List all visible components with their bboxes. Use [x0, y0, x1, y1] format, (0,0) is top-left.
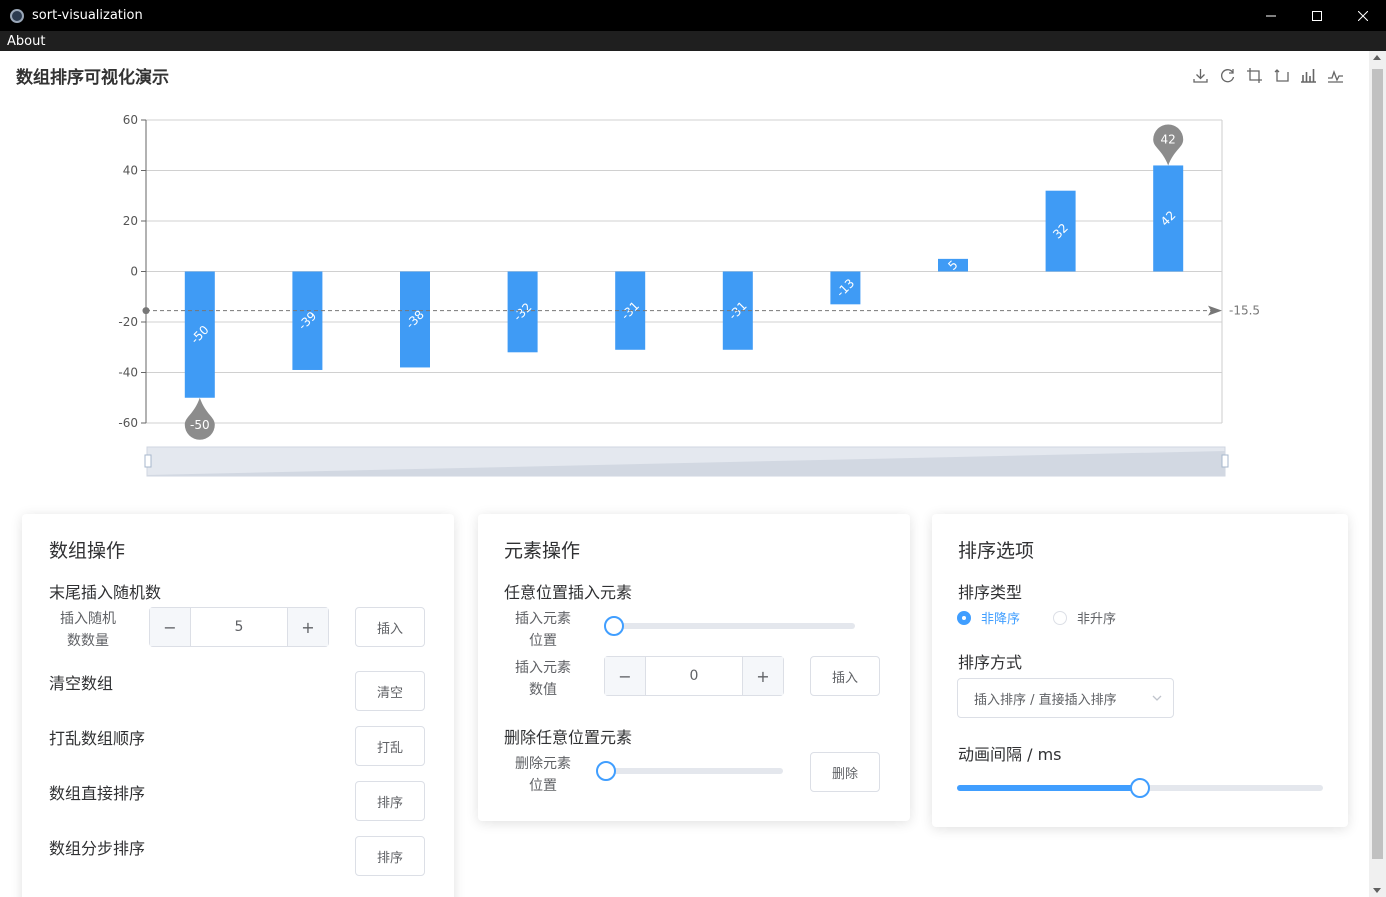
- sort-options-card: 排序选项 排序类型 非降序 非升序 排序方式 插入排序 / 直接插入排序 动画间…: [932, 514, 1348, 827]
- count-value[interactable]: 5: [191, 608, 287, 646]
- download-icon[interactable]: [1191, 66, 1210, 85]
- element-ops-card: 元素操作 任意位置插入元素 插入元素 位置 插入元素 数值 − 0 + 插入 删除任…: [478, 514, 910, 821]
- max-marker-label: 42: [1161, 132, 1176, 146]
- chevron-down-icon: [1151, 692, 1163, 704]
- zoom-reset-icon[interactable]: [1272, 66, 1291, 85]
- chart-toolbox: [1191, 66, 1345, 85]
- min-marker-label: -50: [190, 418, 210, 432]
- shuffle-button[interactable]: 打乱: [355, 726, 425, 766]
- insert-value-label: 插入元素 数值: [515, 660, 571, 698]
- sort-type-label: 排序类型: [958, 583, 1023, 602]
- decrease-button[interactable]: −: [605, 657, 646, 695]
- insert-value[interactable]: 0: [646, 657, 742, 695]
- delete-position-label: 删除元素 位置: [515, 756, 571, 794]
- scroll-thumb[interactable]: [1372, 69, 1383, 859]
- card-title: 数组操作: [49, 540, 126, 562]
- y-tick-label: 40: [123, 164, 138, 178]
- bar-chart-icon[interactable]: [1299, 66, 1318, 85]
- insert-position-label: 插入元素 位置: [515, 611, 571, 649]
- shuffle-label: 打乱数组顺序: [49, 729, 146, 748]
- slider-knob[interactable]: [1130, 778, 1150, 798]
- card-title: 排序选项: [958, 540, 1035, 562]
- datazoom-handle-right: [1221, 454, 1229, 468]
- y-tick-label: -20: [118, 315, 138, 329]
- radio-descending[interactable]: 非升序: [1053, 608, 1116, 627]
- delete-element-button[interactable]: 删除: [810, 752, 880, 792]
- card-title: 元素操作: [504, 540, 581, 562]
- sort-direct-button[interactable]: 排序: [355, 781, 425, 821]
- zoom-icon[interactable]: [1245, 66, 1264, 85]
- array-ops-card: 数组操作 末尾插入随机数 插入随机 数数量 − 5 + 插入 清空数组 清空 打乱…: [22, 514, 454, 897]
- sort-step-label: 数组分步排序: [49, 839, 146, 858]
- insert-any-label: 任意位置插入元素: [504, 583, 633, 602]
- radio-dot[interactable]: [957, 610, 971, 625]
- menu-bar: About: [0, 31, 1386, 51]
- slider-knob[interactable]: [604, 616, 624, 636]
- window-controls: [1248, 0, 1386, 31]
- radio-label: 非降序: [981, 612, 1021, 627]
- window-title: sort-visualization: [32, 8, 143, 23]
- y-tick-label: -40: [118, 366, 138, 380]
- app-icon: [10, 8, 24, 23]
- scroll-up-icon[interactable]: [1373, 55, 1381, 60]
- minimize-button[interactable]: [1248, 0, 1294, 31]
- count-stepper[interactable]: − 5 +: [149, 607, 329, 647]
- minimize-icon: [1266, 15, 1276, 16]
- slider-knob[interactable]: [596, 761, 616, 781]
- sort-direct-label: 数组直接排序: [49, 784, 146, 803]
- interval-label: 动画间隔 / ms: [958, 745, 1062, 764]
- slider-fill: [957, 785, 1140, 791]
- chart-title: 数组排序可视化演示: [16, 68, 169, 88]
- restore-icon[interactable]: [1218, 66, 1237, 85]
- select-value: 插入排序 / 直接插入排序: [974, 692, 1117, 708]
- increase-button[interactable]: +: [287, 608, 328, 646]
- y-tick-label: -60: [118, 416, 138, 430]
- mean-label: -15.5: [1229, 304, 1260, 318]
- interval-slider[interactable]: [957, 778, 1323, 798]
- radio-ascending[interactable]: 非降序: [957, 608, 1020, 627]
- y-tick-label: 20: [123, 214, 138, 228]
- maximize-button[interactable]: [1294, 0, 1340, 31]
- close-icon: [1358, 10, 1368, 21]
- mean-start-dot: [142, 307, 150, 315]
- count-label: 插入随机 数数量: [60, 611, 116, 649]
- scroll-down-icon[interactable]: [1373, 888, 1381, 893]
- increase-button[interactable]: +: [742, 657, 783, 695]
- sort-method-label: 排序方式: [958, 653, 1023, 672]
- maximize-icon: [1312, 10, 1322, 21]
- decrease-button[interactable]: −: [150, 608, 191, 646]
- y-tick-label: 60: [123, 113, 138, 127]
- main-content: 60 40 20 0 -20 -40 -60 -50 -39 -38 -32 -31 -31 -13 5 32…: [0, 51, 1369, 897]
- radio-dot[interactable]: [1053, 610, 1067, 625]
- menu-about[interactable]: About: [0, 34, 52, 49]
- radio-label: 非升序: [1077, 612, 1117, 627]
- delete-any-label: 删除任意位置元素: [504, 728, 633, 747]
- clear-label: 清空数组: [49, 674, 114, 693]
- bar-chart: 6040200-20-40-60-50-39 -38 -32 -31 -31-13532…: [118, 113, 1260, 477]
- insert-element-button[interactable]: 插入: [810, 656, 880, 696]
- delete-position-slider[interactable]: [596, 761, 783, 781]
- y-tick-label: 0: [130, 265, 138, 279]
- line-chart-icon[interactable]: [1326, 66, 1345, 85]
- close-button[interactable]: [1340, 0, 1386, 31]
- window-titlebar: sort-visualization: [0, 0, 1386, 31]
- append-random-label: 末尾插入随机数: [49, 583, 162, 602]
- sort-method-select[interactable]: 插入排序 / 直接插入排序: [957, 678, 1174, 718]
- insert-position-slider[interactable]: [604, 616, 855, 636]
- insert-value-stepper[interactable]: − 0 +: [604, 656, 784, 696]
- vertical-scrollbar[interactable]: [1369, 51, 1386, 897]
- clear-button[interactable]: 清空: [355, 671, 425, 711]
- datazoom-handle-left: [144, 454, 152, 468]
- sort-step-button[interactable]: 排序: [355, 836, 425, 876]
- insert-random-button[interactable]: 插入: [355, 607, 425, 647]
